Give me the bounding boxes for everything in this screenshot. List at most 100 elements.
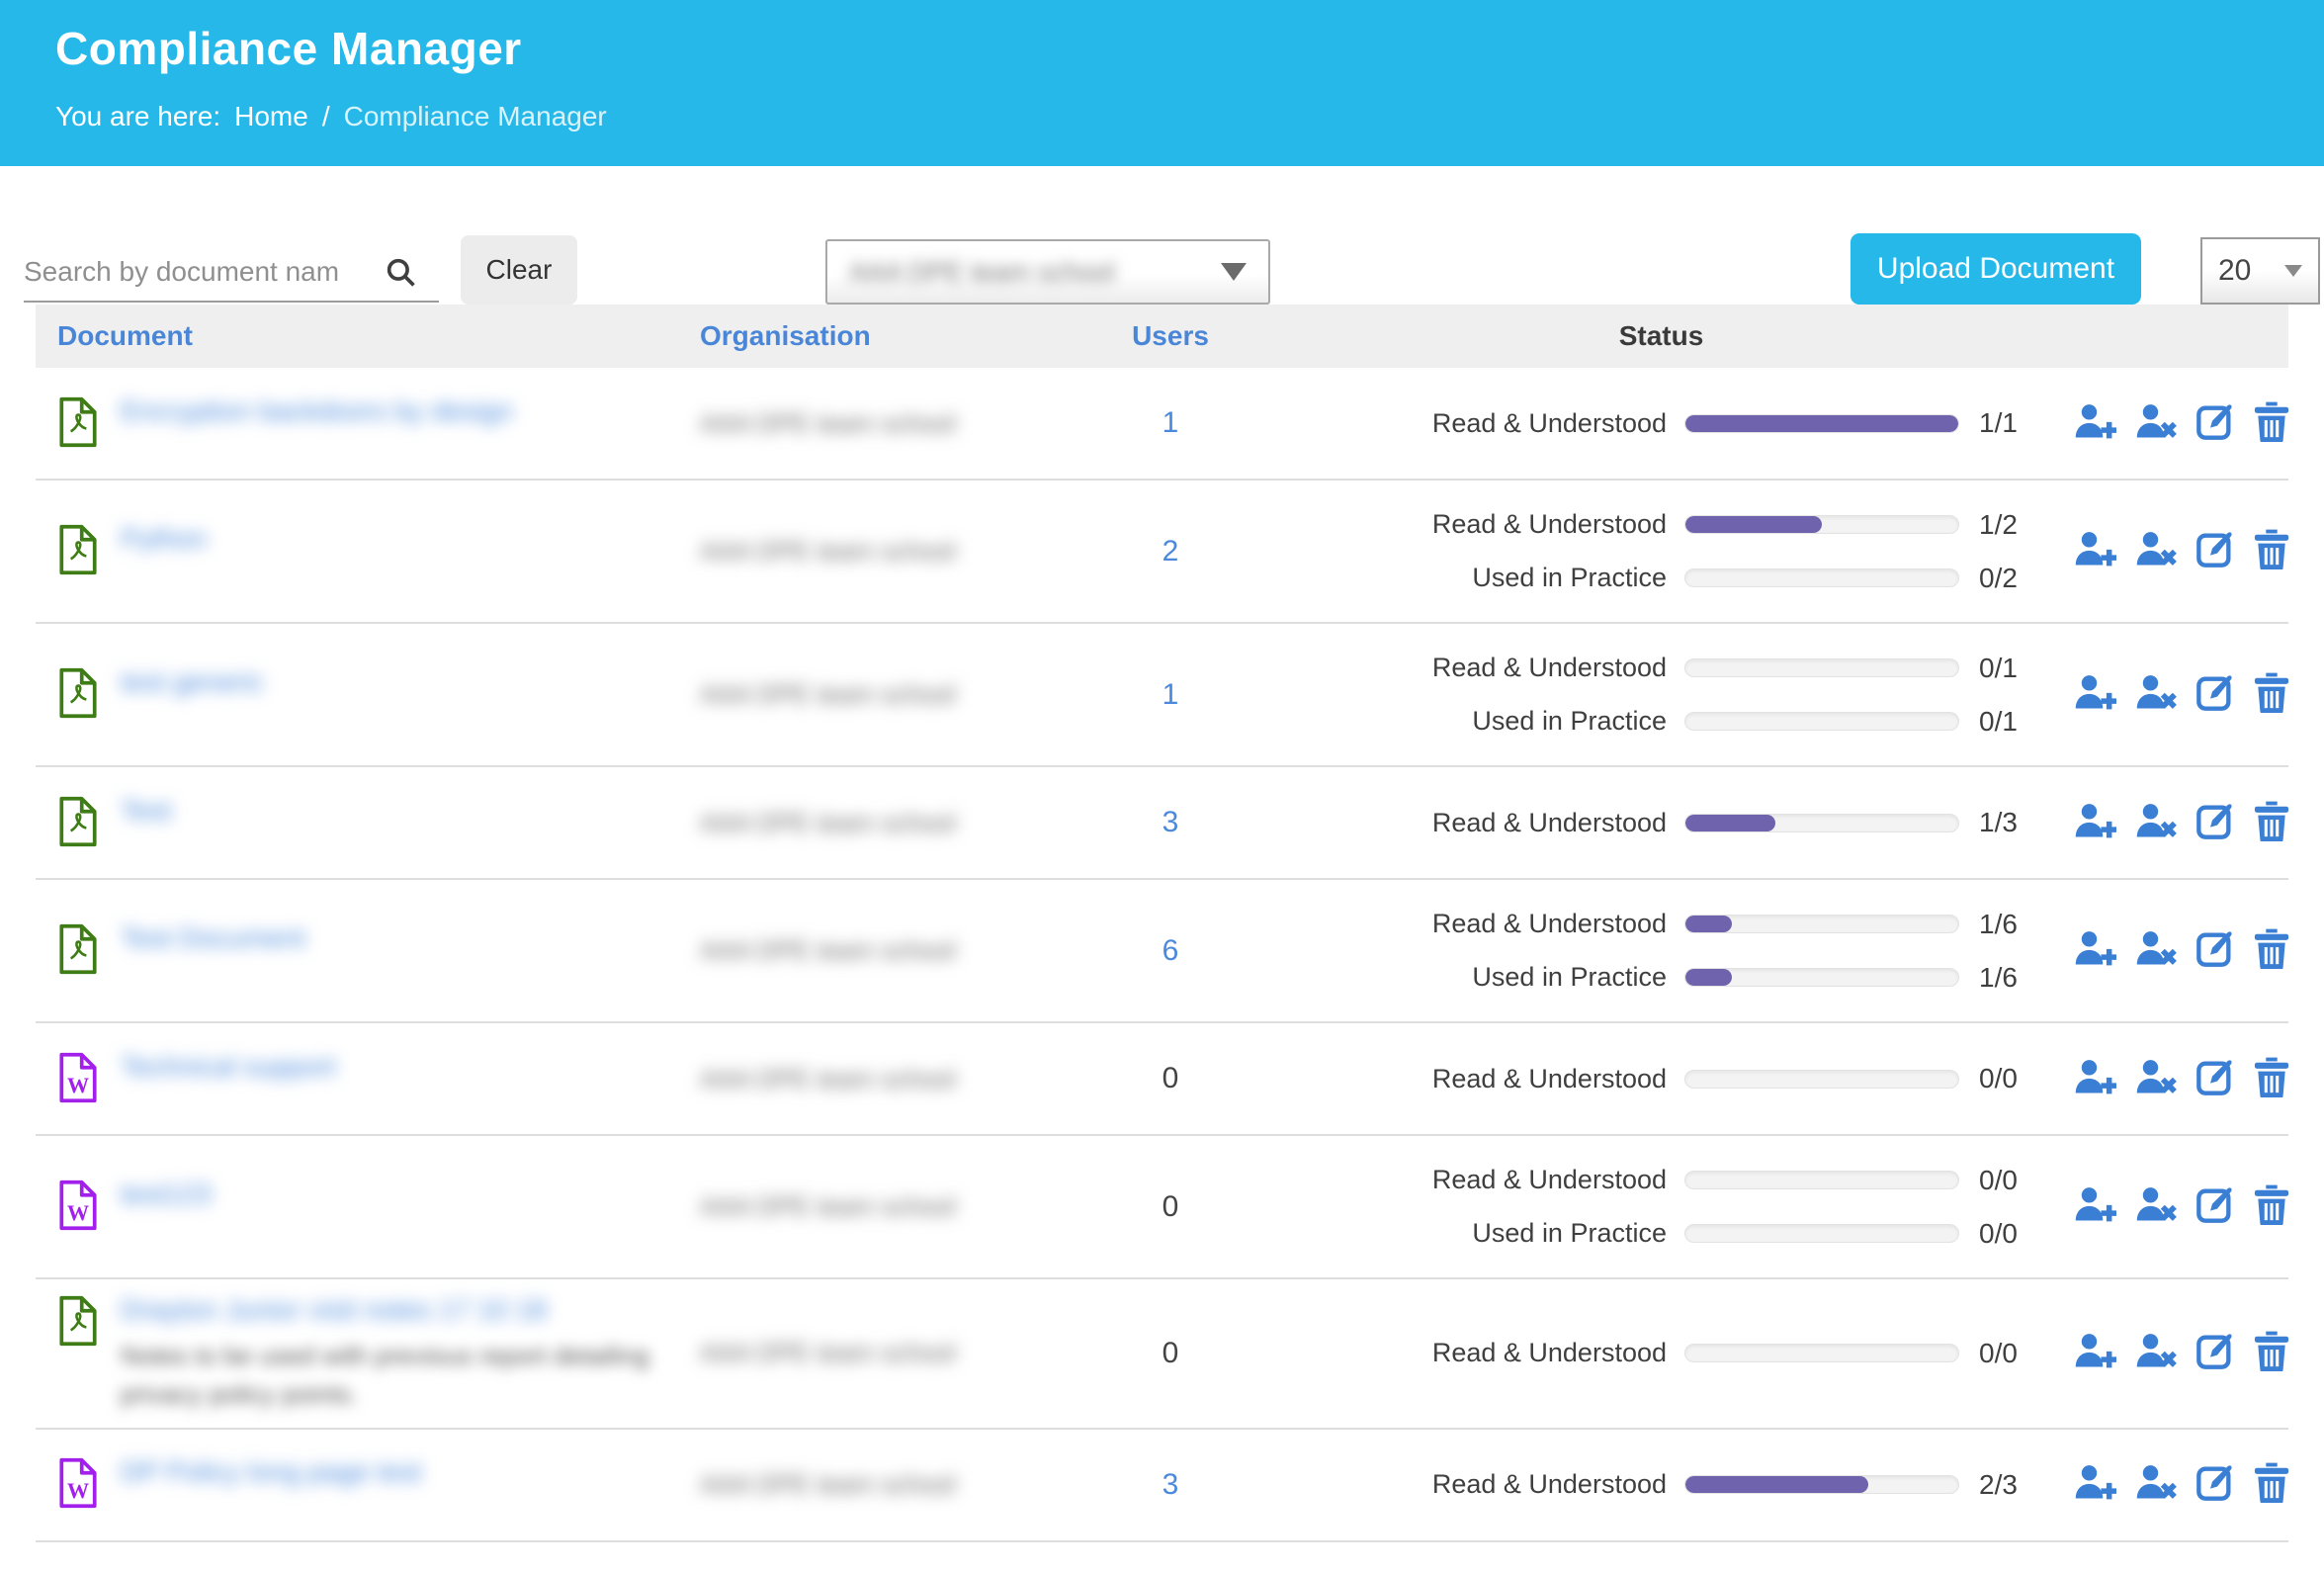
status-count: 0/1 xyxy=(1979,706,2018,738)
edit-icon[interactable] xyxy=(2195,672,2235,717)
document-name-link[interactable]: Test xyxy=(121,794,171,828)
status-label: Read & Understood xyxy=(1249,408,1684,439)
remove-user-icon[interactable] xyxy=(2134,1185,2178,1228)
page-header: Compliance Manager You are here: Home / … xyxy=(0,0,2324,166)
edit-icon[interactable] xyxy=(2195,529,2235,573)
status-label: Read & Understood xyxy=(1249,1064,1684,1094)
document-name-link[interactable]: Test Document xyxy=(121,921,305,955)
users-count[interactable]: 1 xyxy=(1162,406,1179,439)
edit-icon[interactable] xyxy=(2195,1462,2235,1507)
document-name-link[interactable]: DP Policy long page test xyxy=(121,1455,422,1489)
document-name-link[interactable]: test generic xyxy=(121,665,264,699)
table-body: Encryption backdoors by design AAA DPE t… xyxy=(36,368,2288,1542)
users-count[interactable]: 3 xyxy=(1162,1468,1179,1501)
progress-bar-track xyxy=(1684,915,1959,933)
actions-cell xyxy=(2073,1461,2288,1508)
add-user-icon[interactable] xyxy=(2073,1332,2116,1374)
edit-icon[interactable] xyxy=(2195,401,2235,446)
delete-icon[interactable] xyxy=(2253,800,2290,846)
progress-bar-fill xyxy=(1685,1476,1868,1493)
remove-user-icon[interactable] xyxy=(2134,929,2178,972)
document-name-link[interactable]: Encryption backdoors by design xyxy=(121,394,513,428)
column-header-organisation[interactable]: Organisation xyxy=(700,320,1091,352)
upload-document-button[interactable]: Upload Document xyxy=(1851,233,2141,305)
delete-icon[interactable] xyxy=(2253,1330,2290,1376)
column-header-users[interactable]: Users xyxy=(1091,320,1249,352)
document-cell: Test xyxy=(36,794,700,852)
delete-icon[interactable] xyxy=(2253,1461,2290,1508)
add-user-icon[interactable] xyxy=(2073,1058,2116,1100)
progress-bar-fill xyxy=(1685,916,1732,932)
add-user-icon[interactable] xyxy=(2073,1463,2116,1506)
edit-icon[interactable] xyxy=(2195,1057,2235,1101)
edit-icon[interactable] xyxy=(2195,1184,2235,1229)
column-header-document[interactable]: Document xyxy=(36,320,700,352)
status-label: Used in Practice xyxy=(1249,962,1684,993)
breadcrumb-home-link[interactable]: Home xyxy=(234,101,308,132)
status-count: 0/0 xyxy=(1979,1218,2018,1250)
organisation-cell: AAA DPE team school xyxy=(700,808,1091,838)
status-count: 0/1 xyxy=(1979,653,2018,684)
document-name-link[interactable]: Technical support xyxy=(121,1050,336,1084)
remove-user-icon[interactable] xyxy=(2134,530,2178,572)
add-user-icon[interactable] xyxy=(2073,802,2116,844)
users-count[interactable]: 3 xyxy=(1162,806,1179,838)
remove-user-icon[interactable] xyxy=(2134,402,2178,445)
table-header-row: Document Organisation Users Status xyxy=(36,305,2288,368)
delete-icon[interactable] xyxy=(2253,528,2290,574)
status-count: 1/6 xyxy=(1979,909,2018,940)
page-size-value: 20 xyxy=(2218,254,2251,288)
chevron-down-icon xyxy=(2284,265,2302,277)
add-user-icon[interactable] xyxy=(2073,1185,2116,1228)
delete-icon[interactable] xyxy=(2253,671,2290,718)
add-user-icon[interactable] xyxy=(2073,402,2116,445)
search-input[interactable] xyxy=(24,256,380,288)
remove-user-icon[interactable] xyxy=(2134,673,2178,716)
add-user-icon[interactable] xyxy=(2073,530,2116,572)
edit-icon[interactable] xyxy=(2195,928,2235,973)
users-count[interactable]: 1 xyxy=(1162,678,1179,711)
actions-cell xyxy=(2073,800,2288,846)
progress-bar-track xyxy=(1684,814,1959,832)
table-row-2: test generic AAA DPE team school 1 Read … xyxy=(36,624,2288,767)
svg-text:W: W xyxy=(67,1478,89,1503)
document-name-link[interactable]: Drayton Junior visit notes 17 10 18 xyxy=(121,1293,674,1327)
delete-icon[interactable] xyxy=(2253,927,2290,974)
users-count: 0 xyxy=(1162,1062,1179,1094)
progress-bar-track xyxy=(1684,712,1959,731)
progress-bar-track xyxy=(1684,414,1959,433)
document-cell: test generic xyxy=(36,665,700,724)
add-user-icon[interactable] xyxy=(2073,673,2116,716)
status-line: Used in Practice0/0 xyxy=(1249,1218,2073,1250)
progress-bar-track xyxy=(1684,1344,1959,1362)
users-cell: 0 xyxy=(1091,1190,1249,1224)
status-label: Read & Understood xyxy=(1249,1469,1684,1500)
remove-user-icon[interactable] xyxy=(2134,1332,2178,1374)
delete-icon[interactable] xyxy=(2253,1056,2290,1102)
users-count[interactable]: 2 xyxy=(1162,535,1179,568)
organisation-cell: AAA DPE team school xyxy=(700,1191,1091,1222)
organisation-filter-select[interactable]: AAA DPE team school xyxy=(825,239,1270,305)
page-size-select[interactable]: 20 xyxy=(2200,237,2320,305)
toolbar: Clear AAA DPE team school Upload Documen… xyxy=(0,166,2324,305)
document-name-link[interactable]: test123 xyxy=(121,1178,212,1211)
users-cell: 1 xyxy=(1091,406,1249,440)
clear-button[interactable]: Clear xyxy=(461,235,577,305)
add-user-icon[interactable] xyxy=(2073,929,2116,972)
remove-user-icon[interactable] xyxy=(2134,802,2178,844)
delete-icon[interactable] xyxy=(2253,1183,2290,1230)
status-label: Read & Understood xyxy=(1249,1338,1684,1368)
remove-user-icon[interactable] xyxy=(2134,1463,2178,1506)
edit-icon[interactable] xyxy=(2195,801,2235,845)
breadcrumb-prefix: You are here: xyxy=(55,101,220,132)
delete-icon[interactable] xyxy=(2253,400,2290,447)
edit-icon[interactable] xyxy=(2195,1331,2235,1375)
users-count[interactable]: 6 xyxy=(1162,934,1179,967)
table-row-8: W DP Policy long page test AAA DPE team … xyxy=(36,1430,2288,1542)
organisation-filter-value: AAA DPE team school xyxy=(849,257,1115,288)
search-icon[interactable] xyxy=(384,255,417,289)
users-cell: 1 xyxy=(1091,678,1249,712)
remove-user-icon[interactable] xyxy=(2134,1058,2178,1100)
breadcrumb-separator: / xyxy=(322,101,330,132)
document-name-link[interactable]: Python xyxy=(121,522,207,556)
